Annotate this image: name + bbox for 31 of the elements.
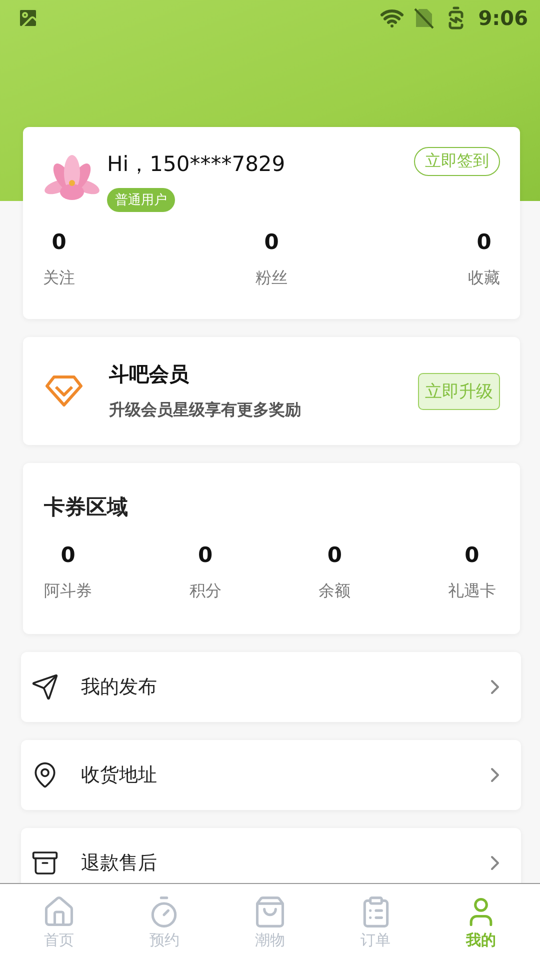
menu-label: 退款售后 <box>81 851 158 876</box>
coupon-title: 卡券区域 <box>44 495 128 519</box>
stat-value: 0 <box>476 230 492 254</box>
membership-subtitle: 升级会员星级享有更多奖励 <box>109 400 302 421</box>
user-greeting: Hi，150****7829 <box>107 151 286 178</box>
menu-label: 我的发布 <box>81 675 158 700</box>
diamond-icon <box>45 375 83 407</box>
menu-item[interactable]: 收货地址 <box>21 740 521 810</box>
menu-label: 收货地址 <box>81 763 158 788</box>
stat-value: 0 <box>60 543 76 567</box>
stat-label[interactable]: 阿斗券 <box>44 581 92 602</box>
stat-label[interactable]: 收藏 <box>468 268 500 289</box>
stat-value: 0 <box>264 230 279 254</box>
tab-item[interactable]: 我的 <box>441 894 522 950</box>
stat-value: 0 <box>52 230 66 254</box>
stat-value: 0 <box>198 543 213 567</box>
user-level-badge: 普通用户 <box>107 188 175 212</box>
menu-item[interactable]: 退款售后 <box>21 828 521 883</box>
archive-box-icon <box>31 849 59 877</box>
membership-title: 斗吧会员 <box>109 361 190 388</box>
stat-label[interactable]: 粉丝 <box>256 268 288 289</box>
no-sim-icon <box>414 7 434 29</box>
stat-label[interactable]: 礼遇卡 <box>448 581 496 602</box>
status-time: 9:06 <box>478 6 528 30</box>
stat-value: 0 <box>327 543 342 567</box>
stat-label[interactable]: 关注 <box>43 268 75 289</box>
stat-label[interactable]: 积分 <box>189 581 222 602</box>
menu-item[interactable]: 我的发布 <box>21 652 521 722</box>
paper-plane-icon <box>31 673 59 701</box>
stat-label[interactable]: 余额 <box>318 581 351 602</box>
stat-value: 0 <box>464 543 480 567</box>
